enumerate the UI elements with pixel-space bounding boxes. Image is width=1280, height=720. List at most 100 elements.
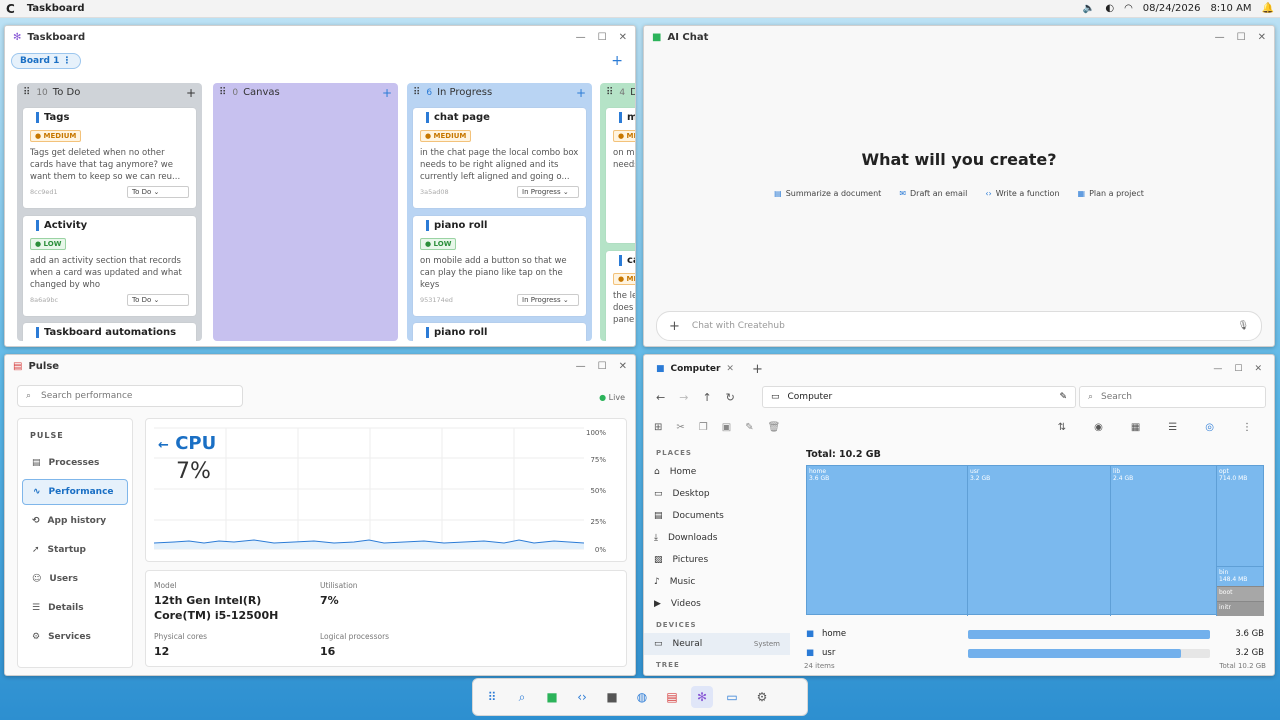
- sidebar-item-neural[interactable]: ▭ Neural System: [644, 633, 790, 655]
- trash-icon[interactable]: 🗑: [768, 422, 781, 433]
- rename-icon[interactable]: ✎: [745, 422, 753, 433]
- add-card-button[interactable]: +: [186, 86, 196, 100]
- dir-row[interactable]: ■ usr 3.2 GB: [806, 646, 1264, 660]
- card[interactable]: Tags ● MEDIUM Tags get deleted when no o…: [23, 108, 196, 208]
- chat-input[interactable]: + Chat with Createhub 🎙: [656, 311, 1262, 341]
- pulse-icon[interactable]: ▤: [661, 686, 683, 708]
- nav-users[interactable]: ☺ Users: [22, 566, 128, 592]
- path-bar[interactable]: ▭ Computer ✎: [762, 386, 1076, 408]
- nav-details[interactable]: ☰ Details: [22, 595, 128, 621]
- treemap-home[interactable]: home 3.6 GB: [807, 466, 968, 616]
- board-tab[interactable]: Board 1 ⋮: [11, 53, 81, 69]
- minimize-button[interactable]: —: [1213, 364, 1222, 374]
- new-folder-icon[interactable]: ⊞: [654, 422, 662, 433]
- paste-icon[interactable]: ▣: [722, 422, 731, 433]
- tab-computer[interactable]: ■ Computer ✕: [656, 364, 734, 374]
- sidebar-item-pictures[interactable]: ▨ Pictures: [644, 549, 790, 571]
- suggestion-chip[interactable]: ✉ Draft an email: [899, 189, 967, 198]
- maximize-button[interactable]: ☐: [1234, 364, 1242, 374]
- close-button[interactable]: ✕: [619, 32, 627, 43]
- settings-icon[interactable]: ⚙: [751, 686, 773, 708]
- add-board-button[interactable]: +: [611, 53, 623, 69]
- app-logo[interactable]: C: [6, 2, 15, 16]
- refresh-icon[interactable]: ↻: [726, 391, 735, 404]
- nav-startup[interactable]: ➚ Startup: [22, 537, 128, 563]
- suggestion-chip[interactable]: ▤ Summarize a document: [774, 189, 881, 198]
- treemap-lib[interactable]: lib 2.4 GB: [1111, 466, 1217, 616]
- copy-icon[interactable]: ❐: [699, 422, 708, 433]
- up-icon[interactable]: ↑: [702, 391, 711, 404]
- search-input[interactable]: ⌕ Search performance: [17, 385, 243, 407]
- nav-app-history[interactable]: ⟲ App history: [22, 508, 128, 534]
- add-card-button[interactable]: +: [382, 86, 392, 100]
- monitor-icon[interactable]: ▭: [721, 686, 743, 708]
- sidebar-item-music[interactable]: ♪ Music: [644, 571, 790, 593]
- minimize-button[interactable]: —: [1215, 32, 1225, 43]
- status-select[interactable]: In Progress ⌄: [517, 186, 579, 198]
- volume-icon[interactable]: 🔈: [1083, 3, 1095, 14]
- card[interactable]: Activity ● LOW add an activity section t…: [23, 216, 196, 316]
- close-tab-icon[interactable]: ✕: [726, 364, 734, 374]
- status-select[interactable]: To Do ⌄: [127, 294, 189, 306]
- suggestion-chip[interactable]: ‹› Write a function: [985, 189, 1059, 198]
- pulse-titlebar[interactable]: ▤ Pulse — ☐ ✕: [5, 355, 635, 377]
- drag-handle-icon[interactable]: ⠿: [606, 87, 613, 98]
- card[interactable]: chat page ● MEDIUM in the chat page the …: [413, 108, 586, 208]
- sidebar-item-home[interactable]: ⌂ Home: [644, 461, 790, 483]
- notification-icon[interactable]: 🔔: [1262, 3, 1274, 14]
- sidebar-item-downloads[interactable]: ⤓ Downloads: [644, 527, 790, 549]
- search-input[interactable]: ⌕ Search: [1079, 386, 1266, 408]
- sidebar-item-documents[interactable]: ▤ Documents: [644, 505, 790, 527]
- globe-icon[interactable]: ◍: [631, 686, 653, 708]
- sidebar-item-videos[interactable]: ▶ Videos: [644, 593, 790, 615]
- treemap-boot[interactable]: boot: [1217, 586, 1264, 601]
- sort-icon[interactable]: ⇅: [1058, 422, 1066, 433]
- card[interactable]: piano roll ● LOW on mobile add a button …: [413, 216, 586, 316]
- grid-view-icon[interactable]: ▦: [1131, 422, 1140, 433]
- theme-icon[interactable]: ◐: [1105, 3, 1114, 14]
- nav-services[interactable]: ⚙ Services: [22, 624, 128, 650]
- status-select[interactable]: To Do ⌄: [127, 186, 189, 198]
- maximize-button[interactable]: ☐: [598, 361, 607, 372]
- maximize-button[interactable]: ☐: [598, 32, 607, 43]
- more-icon[interactable]: ⋮: [1242, 422, 1252, 433]
- taskboard-titlebar[interactable]: ✻ Taskboard — ☐ ✕: [5, 26, 635, 48]
- treemap-bin[interactable]: bin 148.4 MB: [1217, 566, 1264, 586]
- close-button[interactable]: ✕: [1258, 32, 1266, 43]
- disk-usage-icon[interactable]: ◎: [1205, 422, 1214, 433]
- drag-handle-icon[interactable]: ⠿: [413, 87, 420, 98]
- suggestion-chip[interactable]: ▦ Plan a project: [1078, 189, 1144, 198]
- list-view-icon[interactable]: ☰: [1168, 422, 1177, 433]
- nav-performance[interactable]: ∿ Performance: [22, 479, 128, 505]
- drag-handle-icon[interactable]: ⠿: [219, 87, 226, 98]
- status-select[interactable]: In Progress ⌄: [517, 294, 579, 306]
- card[interactable]: Taskboard automations: [23, 323, 196, 341]
- taskboard-icon[interactable]: ✻: [691, 686, 713, 708]
- drag-handle-icon[interactable]: ⠿: [23, 87, 30, 98]
- microphone-icon[interactable]: 🎙: [1238, 321, 1249, 331]
- treemap-opt[interactable]: opt 714.0 MB: [1217, 466, 1264, 566]
- chat-icon[interactable]: ■: [541, 686, 563, 708]
- maximize-button[interactable]: ☐: [1237, 32, 1246, 43]
- sidebar-item-desktop[interactable]: ▭ Desktop: [644, 483, 790, 505]
- new-tab-button[interactable]: +: [752, 362, 763, 377]
- treemap-initr[interactable]: initr: [1217, 601, 1264, 616]
- minimize-button[interactable]: —: [576, 361, 586, 372]
- code-icon[interactable]: ‹›: [571, 686, 593, 708]
- treemap-usr[interactable]: usr 3.2 GB: [968, 466, 1111, 616]
- card[interactable]: ca ● MED the left does n panel o: [606, 251, 635, 341]
- card[interactable]: me ● MED on mob needs: [606, 108, 635, 243]
- folder-icon[interactable]: ■: [601, 686, 623, 708]
- dir-row[interactable]: ■ home 3.6 GB: [806, 627, 1264, 641]
- minimize-button[interactable]: —: [576, 32, 586, 43]
- eye-icon[interactable]: ◉: [1094, 422, 1103, 433]
- nav-processes[interactable]: ▤ Processes: [22, 450, 128, 476]
- back-icon[interactable]: ←: [656, 391, 665, 404]
- add-card-button[interactable]: +: [576, 86, 586, 100]
- forward-icon[interactable]: →: [679, 391, 688, 404]
- app-grid-icon[interactable]: ⠿: [481, 686, 503, 708]
- add-attachment-icon[interactable]: +: [669, 319, 680, 334]
- close-button[interactable]: ✕: [1254, 364, 1262, 374]
- wifi-icon[interactable]: ◠: [1124, 3, 1133, 14]
- ai-chat-titlebar[interactable]: ■ AI Chat — ☐ ✕: [644, 26, 1274, 48]
